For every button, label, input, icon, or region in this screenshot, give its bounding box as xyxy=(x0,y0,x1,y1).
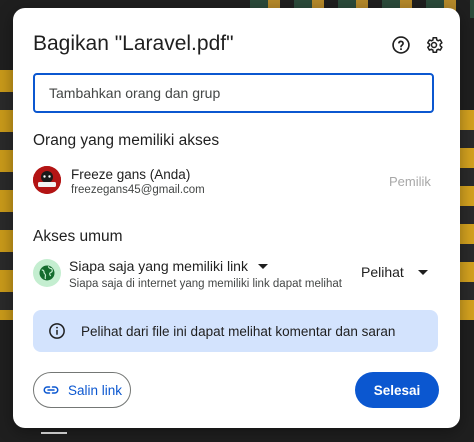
info-icon xyxy=(48,322,66,340)
add-people-input[interactable] xyxy=(33,73,434,113)
info-banner: Pelihat dari file ini dapat melihat kome… xyxy=(33,310,438,352)
role-dropdown[interactable]: Pelihat xyxy=(361,264,428,280)
person-email: freezegans45@gmail.com xyxy=(71,184,205,196)
copy-link-button[interactable]: Salin link xyxy=(33,372,131,408)
help-icon[interactable] xyxy=(390,34,412,56)
avatar xyxy=(33,166,61,194)
scroll-indicator xyxy=(41,432,67,434)
copy-link-label: Salin link xyxy=(67,382,123,398)
background-art-left xyxy=(0,70,14,320)
chevron-down-icon xyxy=(257,263,268,269)
general-access-description: Siapa saja di internet yang memiliki lin… xyxy=(69,278,342,290)
general-access-dropdown[interactable]: Siapa saja yang memiliki link xyxy=(69,258,268,274)
link-icon xyxy=(42,381,60,399)
gear-icon[interactable] xyxy=(423,34,445,56)
people-with-access-heading: Orang yang memiliki akses xyxy=(33,132,220,149)
chevron-down-icon xyxy=(417,269,428,275)
share-dialog: Bagikan "Laravel.pdf" Orang yang memilik… xyxy=(13,8,460,434)
dialog-title: Bagikan "Laravel.pdf" xyxy=(33,32,234,55)
owner-role-label: Pemilik xyxy=(389,174,431,189)
general-access-heading: Akses umum xyxy=(33,228,123,245)
done-button[interactable]: Selesai xyxy=(355,372,439,408)
info-text: Pelihat dari file ini dapat melihat kome… xyxy=(81,323,396,339)
general-access-selected: Siapa saja yang memiliki link xyxy=(69,258,248,274)
role-selected: Pelihat xyxy=(361,264,404,280)
globe-icon xyxy=(33,259,61,287)
person-name: Freeze gans (Anda) xyxy=(71,167,191,182)
